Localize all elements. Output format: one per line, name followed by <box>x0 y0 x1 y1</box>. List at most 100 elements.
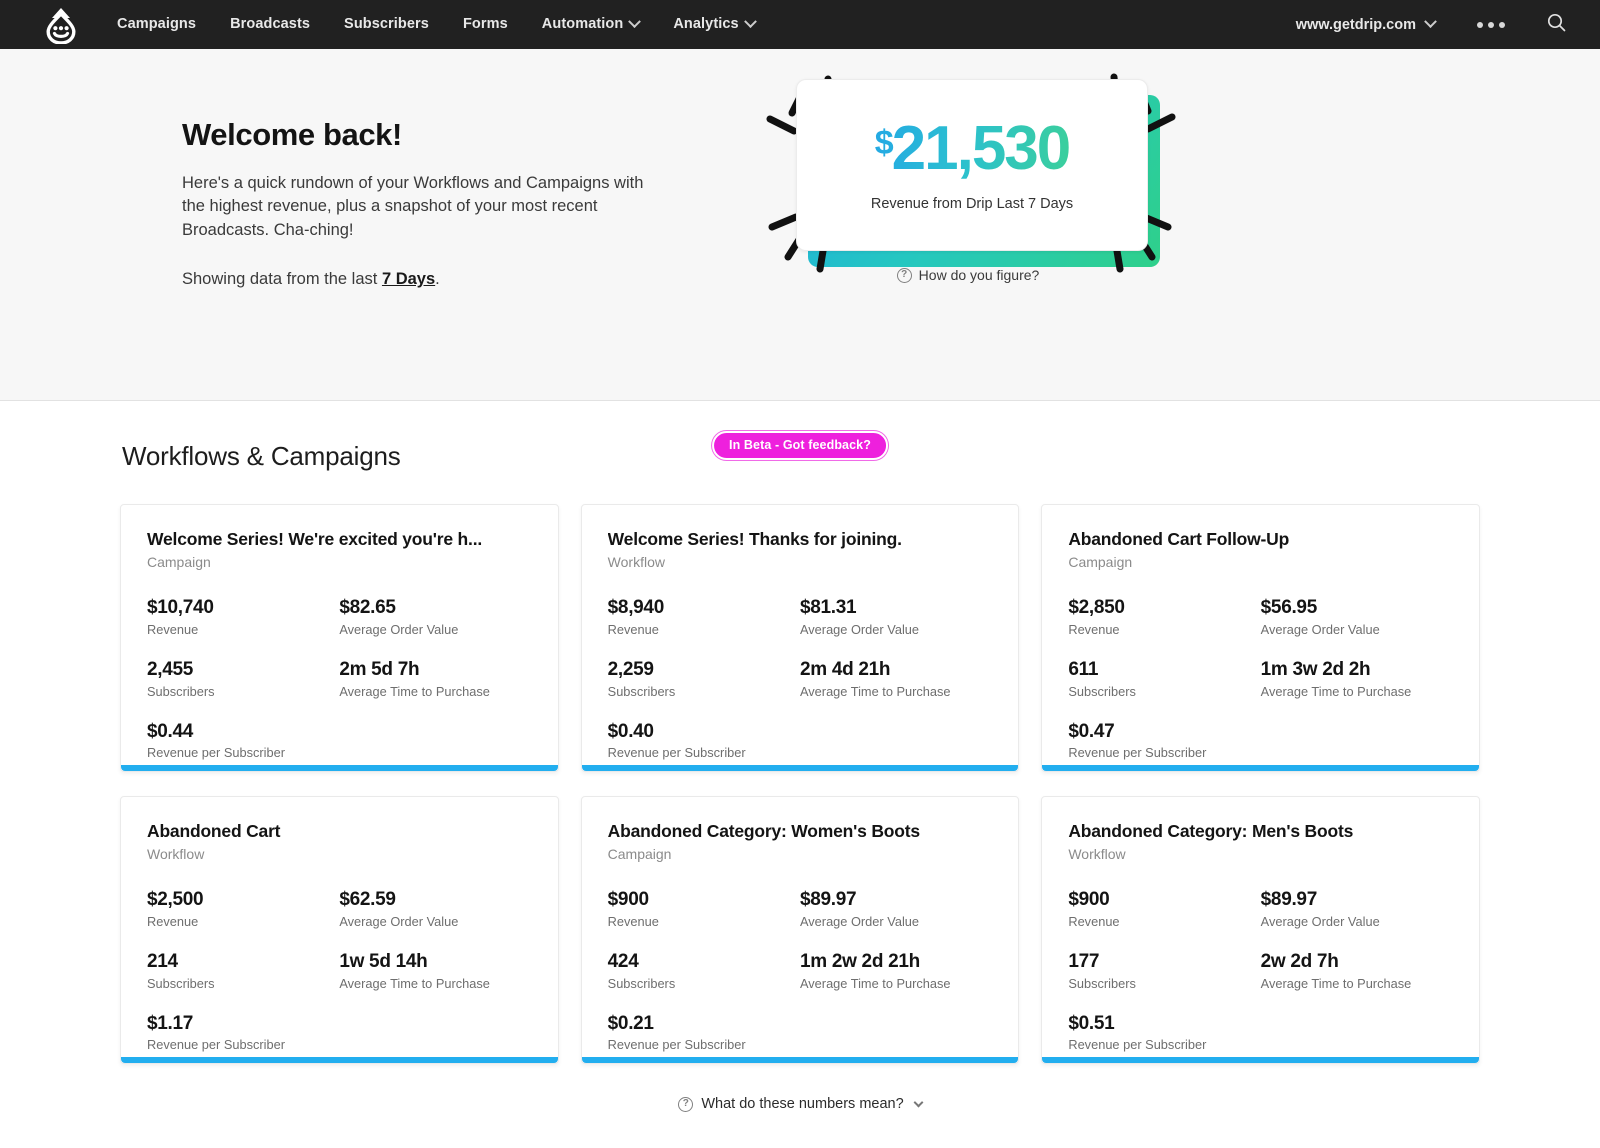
metric-label: Subscribers <box>147 975 215 991</box>
metric-revenue: $2,850 Revenue <box>1068 596 1260 637</box>
metric-value: 1m 2w 2d 21h <box>799 950 920 972</box>
top-navigation-bar: Campaigns Broadcasts Subscribers Forms A… <box>0 0 1600 49</box>
metric-revenue: $900 Revenue <box>608 888 800 929</box>
metric-revenue-per-subscriber: $1.17 Revenue per Subscriber <box>147 1012 339 1053</box>
metric-label: Average Order Value <box>1260 621 1380 637</box>
metric-value: $62.59 <box>339 889 396 910</box>
nav-item-forms[interactable]: Forms <box>446 0 525 49</box>
nav-item-label: Broadcasts <box>230 16 311 32</box>
metric-revenue-per-subscriber: $0.44 Revenue per Subscriber <box>147 720 339 761</box>
metric-revenue: $900 Revenue <box>1068 888 1260 929</box>
metric-value: $1.17 <box>147 1012 194 1034</box>
metric-aov: $82.65 Average Order Value <box>339 596 531 637</box>
workflow-card[interactable]: Welcome Series! We're excited you're h..… <box>120 504 559 772</box>
metric-value: $2,850 <box>1068 597 1125 618</box>
hero-description: Here's a quick rundown of your Workflows… <box>182 174 644 239</box>
metric-label: Revenue per Subscriber <box>607 1037 746 1053</box>
search-button[interactable] <box>1533 13 1572 37</box>
workflow-card[interactable]: Abandoned Category: Women's Boots Campai… <box>580 796 1020 1064</box>
metric-value: $0.40 <box>607 720 654 742</box>
metric-label: Revenue <box>1068 913 1120 929</box>
nav-right-group: www.getdrip.com <box>1282 13 1572 37</box>
card-type: Workflow <box>1068 846 1126 862</box>
dot <box>1477 21 1483 28</box>
nav-item-label: Subscribers <box>344 16 429 32</box>
metric-subscribers: 611 Subscribers <box>1068 658 1260 699</box>
metric-value: 2w 2d 7h <box>1260 950 1339 972</box>
workflow-card[interactable]: Abandoned Cart Follow-Up Campaign $2,850… <box>1041 504 1480 772</box>
search-icon <box>1547 13 1566 37</box>
metric-label: Average Time to Purchase <box>1260 975 1412 991</box>
hero-text-block: Welcome back! Here's a quick rundown of … <box>180 49 700 289</box>
metric-aov: $56.95 Average Order Value <box>1261 596 1453 637</box>
metric-value: $89.97 <box>799 889 857 910</box>
metric-time-to-purchase: 2m 4d 21h Average Time to Purchase <box>800 658 992 699</box>
card-type: Campaign <box>607 846 672 862</box>
metric-label: Average Order Value <box>799 621 920 637</box>
drip-logo-icon <box>44 6 78 44</box>
card-type: Workflow <box>607 554 665 570</box>
currency-symbol: $ <box>874 124 892 162</box>
metric-value: 1m 3w 2d 2h <box>1260 658 1371 680</box>
page-title: Welcome back! <box>182 117 402 152</box>
more-menu-button[interactable] <box>1449 21 1533 28</box>
card-title: Abandoned Category: Men's Boots <box>1068 821 1354 841</box>
metric-label: Average Time to Purchase <box>339 975 490 991</box>
nav-item-subscribers[interactable]: Subscribers <box>327 0 446 49</box>
card-type: Campaign <box>1068 554 1133 570</box>
nav-item-label: Analytics <box>673 16 739 32</box>
dot <box>1488 21 1494 28</box>
workflow-card[interactable]: Welcome Series! Thanks for joining. Work… <box>580 504 1020 772</box>
metric-revenue: $2,500 Revenue <box>147 888 339 929</box>
metric-value: $0.21 <box>607 1012 654 1034</box>
nav-item-label: Forms <box>462 16 508 32</box>
metric-label: Average Order Value <box>339 913 459 929</box>
metric-value: $10,740 <box>147 597 214 618</box>
hero-section: Welcome back! Here's a quick rundown of … <box>0 49 1600 460</box>
metric-value: $8,940 <box>607 597 665 618</box>
account-label: www.getdrip.com <box>1295 16 1416 33</box>
nav-item-campaigns[interactable]: Campaigns <box>100 0 213 49</box>
metric-revenue: $10,740 Revenue <box>147 596 339 637</box>
metric-label: Average Time to Purchase <box>339 683 490 699</box>
card-metrics: $8,940 Revenue $81.31 Average Order Valu… <box>608 596 993 760</box>
workflow-card[interactable]: Abandoned Category: Men's Boots Workflow… <box>1041 796 1480 1064</box>
nav-item-broadcasts[interactable]: Broadcasts <box>213 0 327 49</box>
metric-subscribers: 424 Subscribers <box>608 950 800 991</box>
metric-value: $81.31 <box>799 597 857 618</box>
what-do-these-numbers-mean-link[interactable]: ? What do these numbers mean? <box>120 1096 1480 1112</box>
metric-label: Revenue <box>607 621 659 637</box>
primary-nav-links: Campaigns Broadcasts Subscribers Forms A… <box>100 0 772 49</box>
metric-revenue-per-subscriber: $0.47 Revenue per Subscriber <box>1068 720 1260 761</box>
metric-aov: $89.97 Average Order Value <box>1261 888 1453 929</box>
nav-item-automation[interactable]: Automation <box>525 0 657 49</box>
metric-value: $0.44 <box>147 720 194 742</box>
metric-value: $56.95 <box>1260 597 1318 618</box>
metric-value: $2,500 <box>147 889 204 910</box>
account-switcher[interactable]: www.getdrip.com <box>1282 15 1449 33</box>
metric-label: Revenue per Subscriber <box>1068 745 1207 761</box>
metric-label: Revenue per Subscriber <box>607 745 746 761</box>
card-metrics: $2,500 Revenue $62.59 Average Order Valu… <box>147 888 532 1052</box>
metric-value: $89.97 <box>1260 889 1318 910</box>
metric-revenue: $8,940 Revenue <box>608 596 800 637</box>
how-do-you-figure-link[interactable]: ? How do you figure? <box>748 267 1188 283</box>
date-range-line: Showing data from the last 7 Days. <box>182 270 700 289</box>
revenue-card: $ 21,530 Revenue from Drip Last 7 Days <box>796 79 1148 251</box>
workflow-card[interactable]: Abandoned Cart Workflow $2,500 Revenue $… <box>120 796 559 1064</box>
card-type: Workflow <box>147 846 205 862</box>
logo-link[interactable] <box>0 6 100 44</box>
date-range-selector[interactable]: 7 Days <box>382 270 435 288</box>
card-metrics: $900 Revenue $89.97 Average Order Value … <box>608 888 993 1052</box>
metric-label: Subscribers <box>1068 683 1136 699</box>
nav-item-label: Automation <box>541 16 624 32</box>
beta-feedback-badge[interactable]: In Beta - Got feedback? <box>712 431 888 460</box>
main-content: Workflows & Campaigns Welcome Series! We… <box>0 401 1600 1112</box>
workflows-campaigns-grid: Welcome Series! We're excited you're h..… <box>120 504 1480 1064</box>
date-range-prefix: Showing data from the last <box>182 270 382 289</box>
metric-label: Subscribers <box>1068 975 1136 991</box>
metric-label: Revenue <box>147 621 199 637</box>
card-title: Welcome Series! Thanks for joining. <box>607 529 902 549</box>
nav-item-analytics[interactable]: Analytics <box>656 0 771 49</box>
metric-label: Subscribers <box>607 683 676 699</box>
